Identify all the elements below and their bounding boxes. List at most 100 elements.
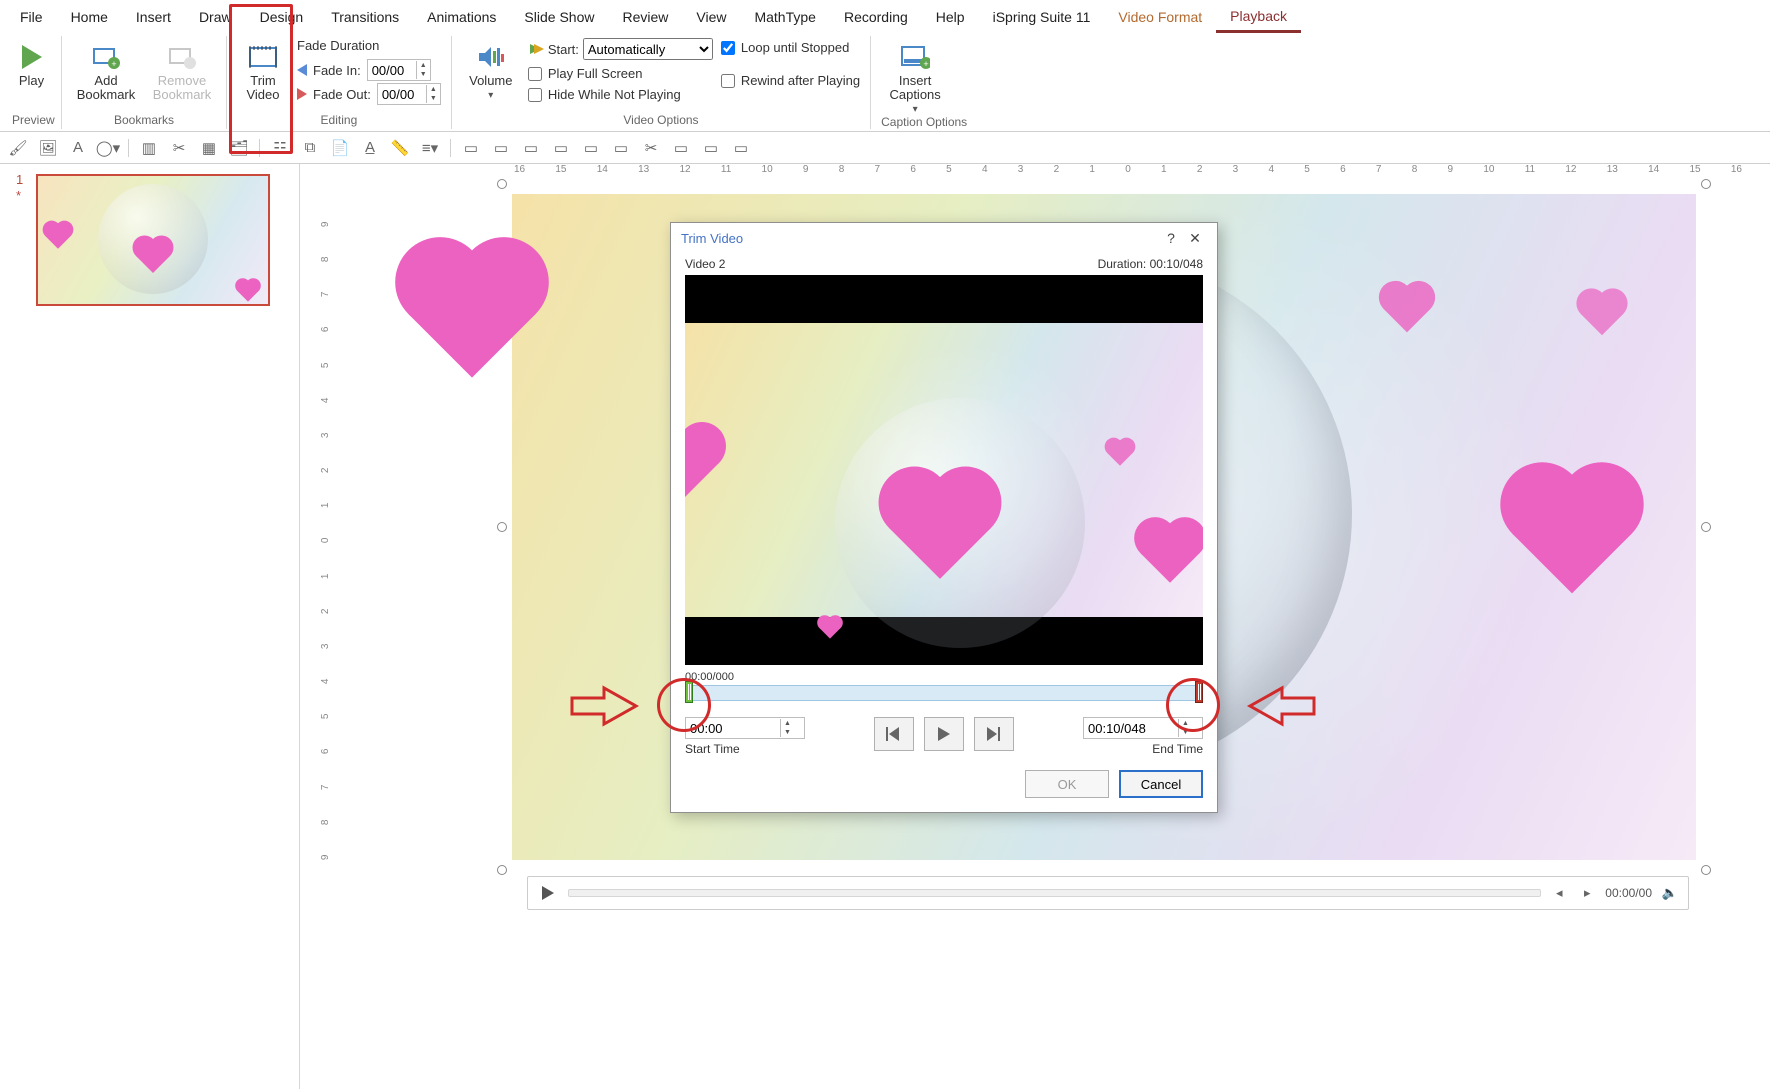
- end-time-label: End Time: [1152, 742, 1203, 756]
- add-bookmark-label: Add Bookmark: [77, 74, 136, 102]
- group-caption-options: + Insert Captions Caption Options: [871, 36, 977, 129]
- tab-view[interactable]: View: [682, 3, 740, 31]
- end-time-input[interactable]: [1084, 721, 1178, 736]
- qat-i1-icon[interactable]: ▭: [461, 138, 481, 158]
- timeline-start-handle[interactable]: [685, 681, 693, 703]
- tab-ispring[interactable]: iSpring Suite 11: [979, 3, 1105, 31]
- tab-file[interactable]: File: [6, 3, 57, 31]
- qat-copy-icon[interactable]: 📄: [330, 138, 350, 158]
- fade-in-input[interactable]: [368, 63, 416, 78]
- video-mute-icon[interactable]: 🔈: [1660, 885, 1680, 901]
- tab-video-format[interactable]: Video Format: [1104, 3, 1216, 31]
- tab-design[interactable]: Design: [246, 3, 318, 31]
- dialog-close-button[interactable]: ✕: [1183, 230, 1207, 247]
- tab-insert[interactable]: Insert: [122, 3, 185, 31]
- fade-out-down[interactable]: ▼: [427, 94, 440, 103]
- handle-br[interactable]: [1701, 865, 1711, 875]
- tab-animations[interactable]: Animations: [413, 3, 510, 31]
- qat-i2-icon[interactable]: ▭: [491, 138, 511, 158]
- qat-i8-icon[interactable]: ▭: [701, 138, 721, 158]
- start-time-up[interactable]: ▲: [781, 719, 794, 728]
- tab-help[interactable]: Help: [922, 3, 979, 31]
- video-step-fwd[interactable]: ▸: [1577, 885, 1597, 901]
- start-icon: [528, 42, 544, 56]
- qat-shape-icon[interactable]: ◯▾: [98, 138, 118, 158]
- fade-in-field[interactable]: ▲▼: [367, 59, 431, 81]
- qat-textfx-icon[interactable]: A̲: [360, 138, 380, 158]
- qat-columns-icon[interactable]: ▥: [139, 138, 159, 158]
- qat-i5-icon[interactable]: ▭: [581, 138, 601, 158]
- slide-thumbnail-1[interactable]: [36, 174, 270, 306]
- qat-crop-icon[interactable]: ✂: [169, 138, 189, 158]
- fade-in-up[interactable]: ▲: [417, 61, 430, 70]
- qat-align-icon[interactable]: ≡▾: [420, 138, 440, 158]
- trim-video-button[interactable]: Trim Video: [237, 38, 289, 102]
- fullscreen-checkbox[interactable]: Play Full Screen: [528, 66, 713, 81]
- qat-text-icon[interactable]: A: [68, 138, 88, 158]
- qat-i7-icon[interactable]: ▭: [671, 138, 691, 158]
- qat-cut-icon[interactable]: ✂: [641, 138, 661, 158]
- qat-i3-icon[interactable]: ▭: [521, 138, 541, 158]
- tab-recording[interactable]: Recording: [830, 3, 922, 31]
- fade-out-up[interactable]: ▲: [427, 85, 440, 94]
- start-select[interactable]: Automatically: [583, 38, 713, 60]
- start-time-label: Start Time: [685, 742, 805, 756]
- tab-transitions[interactable]: Transitions: [317, 3, 413, 31]
- dialog-timeline[interactable]: [685, 681, 1203, 703]
- tab-mathtype[interactable]: MathType: [740, 3, 829, 31]
- qat-grid-icon[interactable]: ▦: [199, 138, 219, 158]
- tab-draw[interactable]: Draw: [185, 3, 246, 31]
- insert-captions-icon: +: [898, 42, 932, 72]
- fade-in-down[interactable]: ▼: [417, 70, 430, 79]
- end-time-down[interactable]: ▼: [1179, 728, 1192, 737]
- fade-out-field[interactable]: ▲▼: [377, 83, 441, 105]
- handle-tl[interactable]: [497, 179, 507, 189]
- video-progress-track[interactable]: [568, 889, 1541, 897]
- qat-table-icon[interactable]: ☷: [270, 138, 290, 158]
- handle-bl[interactable]: [497, 865, 507, 875]
- dialog-play[interactable]: [924, 717, 964, 751]
- tab-slideshow[interactable]: Slide Show: [510, 3, 608, 31]
- dialog-prev-frame[interactable]: [874, 717, 914, 751]
- qat-i6-icon[interactable]: ▭: [611, 138, 631, 158]
- dialog-next-frame[interactable]: [974, 717, 1014, 751]
- end-time-up[interactable]: ▲: [1179, 719, 1192, 728]
- hide-label: Hide While Not Playing: [548, 87, 681, 102]
- handle-mr[interactable]: [1701, 522, 1711, 532]
- qat-brush-icon[interactable]: 🖌: [8, 138, 28, 158]
- handle-ml[interactable]: [497, 522, 507, 532]
- video-play-button[interactable]: [536, 881, 560, 905]
- tab-playback[interactable]: Playback: [1216, 2, 1301, 33]
- qat-i9-icon[interactable]: ▭: [731, 138, 751, 158]
- start-time-field[interactable]: ▲▼: [685, 717, 805, 739]
- qat-dup-icon[interactable]: ⧉: [300, 138, 320, 158]
- video-step-back[interactable]: ◂: [1549, 885, 1569, 901]
- start-time-down[interactable]: ▼: [781, 728, 794, 737]
- end-time-field[interactable]: ▲▼: [1083, 717, 1203, 739]
- start-time-input[interactable]: [686, 721, 780, 736]
- dialog-ok-button[interactable]: OK: [1025, 770, 1109, 798]
- qat-layer-icon[interactable]: 🗂: [229, 138, 249, 158]
- add-bookmark-icon: +: [89, 42, 123, 72]
- dialog-duration: Duration: 00:10/048: [1098, 257, 1203, 271]
- volume-button[interactable]: Volume: [462, 38, 520, 101]
- hide-checkbox[interactable]: Hide While Not Playing: [528, 87, 713, 102]
- dialog-cancel-button[interactable]: Cancel: [1119, 770, 1203, 798]
- play-button[interactable]: Play: [12, 38, 51, 88]
- qat-i4-icon[interactable]: ▭: [551, 138, 571, 158]
- qat-ruler-icon[interactable]: 📏: [390, 138, 410, 158]
- rewind-checkbox[interactable]: Rewind after Playing: [721, 73, 860, 88]
- tab-home[interactable]: Home: [57, 3, 122, 31]
- timeline-bar[interactable]: [685, 685, 1203, 701]
- add-bookmark-button[interactable]: + Add Bookmark: [72, 38, 140, 102]
- loop-checkbox[interactable]: Loop until Stopped: [721, 40, 860, 55]
- qat-pic-icon[interactable]: 🖼: [38, 138, 58, 158]
- dialog-video-name: Video 2: [685, 257, 725, 271]
- insert-captions-button[interactable]: + Insert Captions: [881, 38, 949, 115]
- tab-review[interactable]: Review: [608, 3, 682, 31]
- trim-video-label: Trim Video: [246, 74, 279, 102]
- fade-out-input[interactable]: [378, 87, 426, 102]
- handle-tr[interactable]: [1701, 179, 1711, 189]
- timeline-end-handle[interactable]: [1195, 681, 1203, 703]
- dialog-help-button[interactable]: ?: [1159, 230, 1183, 246]
